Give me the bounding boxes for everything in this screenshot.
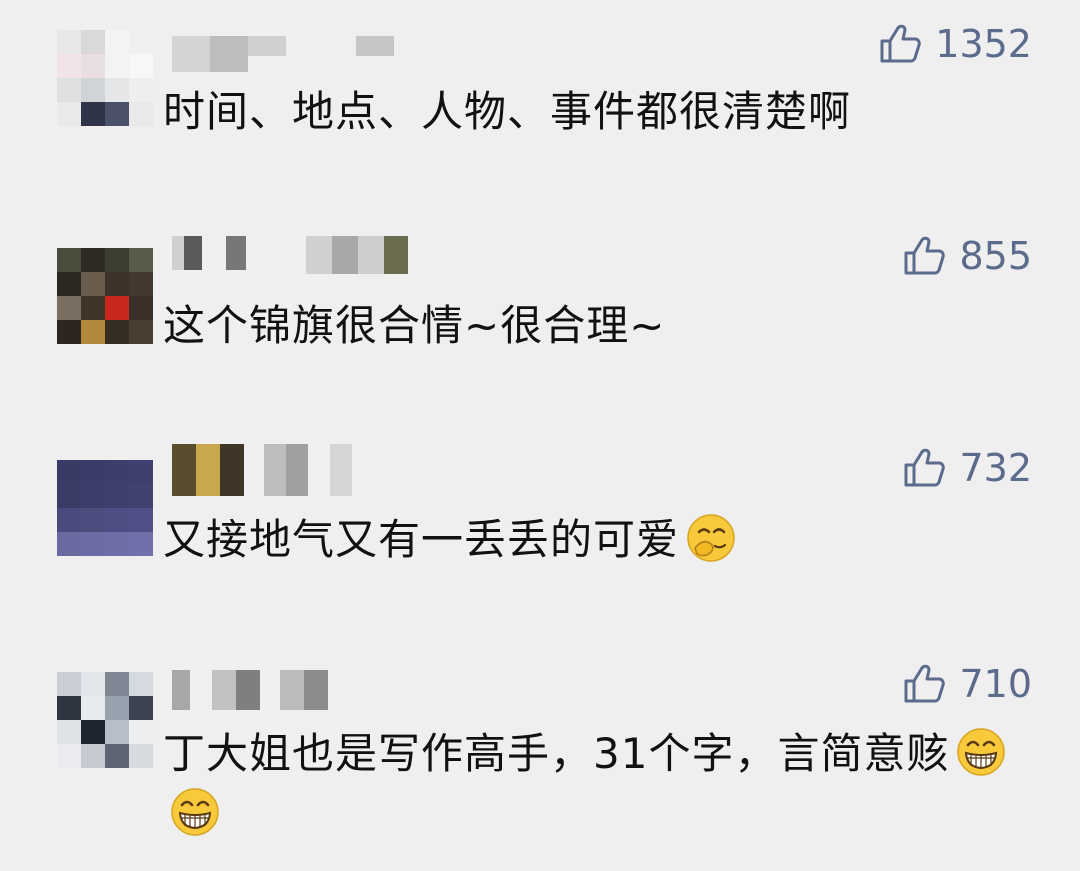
thumbs-up-icon (904, 448, 946, 487)
grin-emoji-icon (957, 728, 1006, 776)
username-blurred[interactable] (172, 444, 352, 496)
thumbs-up-icon (880, 24, 922, 63)
like-button[interactable]: 710 (903, 664, 1032, 704)
thumbs-up-icon (904, 664, 946, 703)
like-button[interactable]: 1352 (879, 24, 1032, 64)
like-count: 1352 (935, 22, 1032, 66)
avatar[interactable] (57, 248, 153, 344)
comment-text: 丁大姐也是写作高手，31个字，言简意赅 (163, 724, 1033, 844)
shy-giggle-emoji-icon (687, 514, 735, 562)
like-button[interactable]: 855 (903, 236, 1032, 276)
like-count: 710 (959, 662, 1032, 706)
comment-text: 这个锦旗很合情~很合理~ (163, 301, 666, 350)
comment-text: 又接地气又有一丢丢的可爱 (163, 510, 1033, 570)
username-blurred[interactable] (172, 236, 408, 276)
like-button[interactable]: 732 (903, 448, 1032, 488)
like-count: 855 (959, 234, 1032, 278)
username-blurred[interactable] (172, 36, 394, 76)
username-blurred[interactable] (172, 670, 328, 710)
avatar[interactable] (57, 460, 153, 556)
avatar[interactable] (57, 30, 153, 126)
like-count: 732 (959, 446, 1032, 490)
grin-emoji-icon (171, 788, 219, 836)
thumbs-up-icon (904, 236, 946, 275)
avatar[interactable] (57, 672, 153, 768)
comment-text: 时间、地点、人物、事件都很清楚啊 (163, 87, 852, 136)
